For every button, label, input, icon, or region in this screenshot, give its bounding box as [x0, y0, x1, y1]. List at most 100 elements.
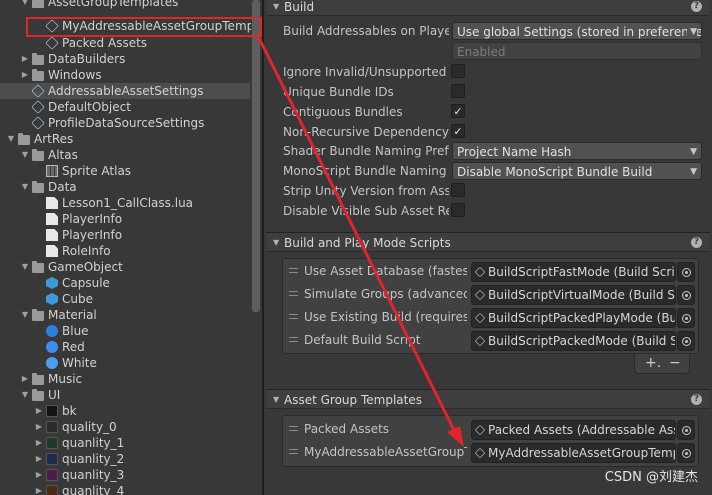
drag-handle-icon[interactable]	[289, 449, 298, 454]
expand-arrow-icon[interactable]: ▼	[20, 0, 30, 10]
templates-section-header[interactable]: ▼ Asset Group Templates ?	[266, 389, 710, 409]
tree-item[interactable]: Packed Assets	[0, 35, 250, 51]
expand-arrow-icon[interactable]: ▼	[6, 131, 16, 147]
collapse-arrow-icon[interactable]: ▶	[34, 403, 44, 419]
tree-item[interactable]: ▶ bk	[0, 403, 250, 419]
collapse-arrow-icon[interactable]: ▶	[20, 67, 30, 83]
tree-item[interactable]: Blue	[0, 323, 250, 339]
tree-item-label: AssetGroupTemplates	[48, 0, 179, 9]
tree-item[interactable]: ▶ quanlity_2	[0, 451, 250, 467]
list-item[interactable]: MyAddressableAssetGroupTe MyAddressableA…	[283, 441, 698, 464]
scripts-section-header[interactable]: ▼ Build and Play Mode Scripts ?	[266, 232, 710, 252]
tree-item[interactable]: DefaultObject	[0, 99, 250, 115]
tree-item[interactable]: Red	[0, 339, 250, 355]
list-item[interactable]: Packed Assets Packed Assets (Addressable…	[283, 418, 698, 441]
tree-item[interactable]: ▶ quanlity_4	[0, 483, 250, 495]
shader-naming-dropdown[interactable]: Project Name Hash ▼	[452, 142, 702, 160]
tree-scrollbar-thumb[interactable]	[252, 0, 260, 312]
tree-item[interactable]: ▼ AssetGroupTemplates	[0, 0, 250, 10]
list-item[interactable]: Use Existing Build (requires bu BuildScr…	[283, 306, 698, 329]
ignore-invalid-checkbox[interactable]	[451, 64, 465, 78]
tree-item[interactable]: ▼ UI	[0, 387, 250, 403]
mono-naming-dropdown[interactable]: Disable MonoScript Bundle Build ▼	[452, 162, 702, 180]
tree-item[interactable]: ▼ ArtRes	[0, 131, 250, 147]
annotation-highlight-box	[26, 17, 262, 37]
foldout-arrow-icon[interactable]: ▼	[273, 0, 279, 17]
tree-item[interactable]: Lesson1_CallClass.lua	[0, 195, 250, 211]
contiguous-checkbox[interactable]: ✓	[451, 104, 465, 118]
tree-item[interactable]: ▶ Music	[0, 371, 250, 387]
collapse-arrow-icon[interactable]: ▶	[20, 51, 30, 67]
tree-item[interactable]: ▶ DataBuilders	[0, 51, 250, 67]
object-field[interactable]: BuildScriptVirtualMode (Build Scri	[471, 285, 676, 305]
collapse-arrow-icon[interactable]: ▶	[34, 467, 44, 483]
object-picker-icon[interactable]	[677, 308, 695, 328]
object-field[interactable]: Packed Assets (Addressable Asse	[471, 420, 676, 440]
drag-handle-icon[interactable]	[289, 337, 298, 342]
drag-handle-icon[interactable]	[289, 426, 298, 431]
disable-visible-checkbox[interactable]	[451, 203, 465, 217]
help-icon[interactable]: ?	[691, 237, 702, 248]
expand-arrow-icon[interactable]: ▼	[20, 259, 30, 275]
object-picker-icon[interactable]	[677, 443, 695, 463]
object-picker-icon[interactable]	[677, 262, 695, 282]
tree-item[interactable]: ▶ Windows	[0, 67, 250, 83]
drag-handle-icon[interactable]	[289, 291, 298, 296]
unique-ids-checkbox[interactable]	[451, 84, 465, 98]
tree-item[interactable]: PlayerInfo	[0, 211, 250, 227]
expand-arrow-icon[interactable]: ▼	[20, 387, 30, 403]
object-picker-icon[interactable]	[677, 420, 695, 440]
object-field[interactable]: BuildScriptPackedMode (Build Sc	[471, 331, 676, 351]
expand-arrow-icon[interactable]: ▼	[20, 307, 30, 323]
tree-item-label: White	[62, 356, 97, 370]
expand-arrow-icon[interactable]: ▼	[20, 179, 30, 195]
help-icon[interactable]: ?	[691, 394, 702, 405]
collapse-arrow-icon[interactable]: ▶	[34, 483, 44, 495]
list-item[interactable]: Default Build Script BuildScriptPackedMo…	[283, 329, 698, 352]
expand-arrow-icon[interactable]: ▼	[20, 147, 30, 163]
mono-naming-value: Disable MonoScript Bundle Build	[457, 165, 653, 179]
tree-item[interactable]: Cube	[0, 291, 250, 307]
tree-item[interactable]: Capsule	[0, 275, 250, 291]
collapse-arrow-icon[interactable]: ▶	[34, 419, 44, 435]
collapse-arrow-icon[interactable]: ▶	[34, 451, 44, 467]
list-item[interactable]: Simulate Groups (advanced) BuildScriptVi…	[283, 283, 698, 306]
object-field-value: BuildScriptFastMode (Build Script	[488, 265, 676, 279]
remove-button[interactable]: −	[669, 355, 681, 371]
foldout-arrow-icon[interactable]: ▼	[273, 390, 279, 410]
object-field[interactable]: BuildScriptPackedPlayMode (Buil	[471, 308, 676, 328]
nonrecursive-checkbox[interactable]: ✓	[451, 124, 465, 138]
object-picker-icon[interactable]	[677, 331, 695, 351]
build-addressables-dropdown[interactable]: Use global Settings (stored in preferenc…	[452, 22, 702, 40]
tree-item[interactable]: ProfileDataSourceSettings	[0, 115, 250, 131]
help-icon[interactable]: ?	[691, 1, 702, 12]
drag-handle-icon[interactable]	[289, 314, 298, 319]
tree-item[interactable]: ▶ quanlity_1	[0, 435, 250, 451]
object-picker-icon[interactable]	[677, 285, 695, 305]
material-icon	[46, 325, 58, 337]
tree-item[interactable]: ▶ quality_0	[0, 419, 250, 435]
drag-handle-icon[interactable]	[289, 268, 298, 273]
strip-unity-checkbox[interactable]	[451, 183, 465, 197]
tree-item-label: DefaultObject	[48, 100, 131, 114]
collapse-arrow-icon[interactable]: ▶	[34, 435, 44, 451]
collapse-arrow-icon[interactable]: ▶	[20, 371, 30, 387]
add-button[interactable]: +.	[645, 355, 661, 371]
tree-item[interactable]: ▼ GameObject	[0, 259, 250, 275]
object-field[interactable]: MyAddressableAssetGroupTempla	[471, 443, 676, 463]
tree-item[interactable]: White	[0, 355, 250, 371]
build-section-header[interactable]: ▼ Build ?	[266, 0, 710, 16]
tree-item-label: Altas	[48, 148, 78, 162]
tree-item-label: quanlity_1	[62, 436, 125, 450]
list-item[interactable]: Use Asset Database (fastest) BuildScript…	[283, 260, 698, 283]
foldout-arrow-icon[interactable]: ▼	[273, 233, 279, 253]
tree-item[interactable]: ▼ Altas	[0, 147, 250, 163]
tree-item[interactable]: ▼ Material	[0, 307, 250, 323]
object-field[interactable]: BuildScriptFastMode (Build Script	[471, 262, 676, 282]
tree-item[interactable]: ▼ Data	[0, 179, 250, 195]
tree-item[interactable]: PlayerInfo	[0, 227, 250, 243]
tree-item[interactable]: AddressableAssetSettings	[0, 83, 250, 99]
tree-item[interactable]: Sprite Atlas	[0, 163, 250, 179]
tree-item[interactable]: ▶ quanlity_3	[0, 467, 250, 483]
tree-item[interactable]: RoleInfo	[0, 243, 250, 259]
